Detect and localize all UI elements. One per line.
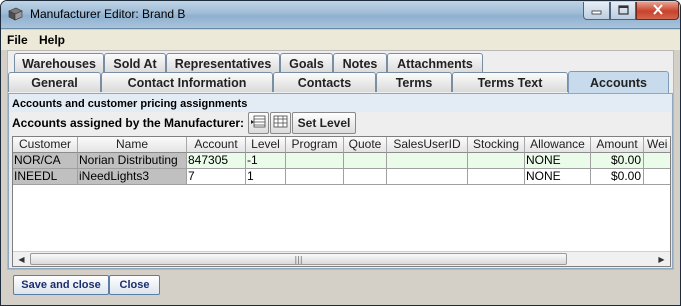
scroll-right-button[interactable]: ▶ bbox=[654, 252, 669, 266]
column-header[interactable]: Name bbox=[78, 137, 187, 153]
horizontal-scrollbar[interactable]: ◀ ||| ▶ bbox=[13, 251, 670, 266]
table-cell[interactable]: iNeedLights3 bbox=[78, 169, 187, 185]
panel-title: Accounts and customer pricing assignment… bbox=[12, 98, 248, 110]
menu-help[interactable]: Help bbox=[39, 33, 65, 47]
close-button[interactable]: Close bbox=[109, 275, 160, 295]
minimize-button[interactable] bbox=[583, 2, 610, 20]
tab-contact-information[interactable]: Contact Information bbox=[101, 72, 273, 92]
box-icon bbox=[8, 7, 23, 21]
column-header[interactable]: Quote bbox=[344, 137, 387, 153]
tab-terms[interactable]: Terms bbox=[376, 72, 452, 92]
accounts-panel: Accounts and customer pricing assignment… bbox=[8, 93, 673, 269]
table-cell[interactable] bbox=[286, 169, 344, 185]
table-cell[interactable] bbox=[644, 153, 670, 169]
column-header[interactable]: Amount bbox=[591, 137, 644, 153]
title-bar[interactable]: Manufacturer Editor: Brand B bbox=[1, 1, 680, 29]
table-cell[interactable] bbox=[286, 153, 344, 169]
add-account-button[interactable] bbox=[248, 112, 269, 134]
table-cell[interactable]: 7 bbox=[187, 169, 246, 185]
tab-contacts[interactable]: Contacts bbox=[273, 72, 376, 92]
tab-notes[interactable]: Notes bbox=[333, 53, 387, 73]
manufacturer-editor-window: Manufacturer Editor: Brand B File Help W… bbox=[0, 0, 681, 306]
column-header[interactable]: Customer bbox=[13, 137, 78, 153]
maximize-icon bbox=[617, 4, 629, 18]
accounts-table: Customer Name Account Level Program Quot… bbox=[12, 136, 671, 267]
tab-attachments[interactable]: Attachments bbox=[387, 53, 483, 73]
table-cell[interactable] bbox=[387, 169, 468, 185]
set-level-button[interactable]: Set Level bbox=[292, 112, 356, 134]
table-cell[interactable] bbox=[644, 169, 670, 185]
table-cell[interactable] bbox=[344, 153, 387, 169]
close-icon bbox=[652, 3, 664, 18]
table-cell[interactable]: NONE bbox=[525, 169, 591, 185]
menu-bar: File Help bbox=[1, 30, 680, 50]
table-cell[interactable]: INEEDL bbox=[13, 169, 78, 185]
table-cell[interactable]: NOR/CA bbox=[13, 153, 78, 169]
table-grid-icon bbox=[273, 115, 288, 131]
column-header[interactable]: Program bbox=[286, 137, 344, 153]
column-header[interactable]: Allowance bbox=[525, 137, 591, 153]
column-header[interactable]: Account bbox=[187, 137, 246, 153]
assigned-accounts-label: Accounts assigned by the Manufacturer: bbox=[12, 116, 245, 130]
column-header[interactable]: Stocking bbox=[468, 137, 525, 153]
table-cell[interactable] bbox=[468, 153, 525, 169]
window-title: Manufacturer Editor: Brand B bbox=[30, 7, 186, 21]
table-cell[interactable]: $0.00 bbox=[591, 153, 644, 169]
column-header[interactable]: Wei bbox=[644, 137, 670, 153]
scroll-thumb[interactable]: ||| bbox=[30, 253, 567, 265]
table-cell[interactable]: Norian Distributing bbox=[78, 153, 187, 169]
tab-representatives[interactable]: Representatives bbox=[166, 53, 280, 73]
table-cell[interactable]: $0.00 bbox=[591, 169, 644, 185]
tab-terms-text[interactable]: Terms Text bbox=[452, 72, 568, 92]
table-cell[interactable]: -1 bbox=[246, 153, 286, 169]
minimize-icon bbox=[591, 4, 602, 18]
tab-warehouses[interactable]: Warehouses bbox=[14, 53, 104, 73]
table-cell[interactable] bbox=[387, 153, 468, 169]
tab-sold-at[interactable]: Sold At bbox=[104, 53, 166, 73]
arrow-right-icon: ▶ bbox=[658, 254, 665, 264]
scroll-left-button[interactable]: ◀ bbox=[14, 252, 29, 266]
grip-icon: ||| bbox=[294, 254, 303, 264]
add-row-icon bbox=[251, 115, 266, 131]
table-cell[interactable] bbox=[344, 169, 387, 185]
column-header[interactable]: SalesUserID bbox=[387, 137, 468, 153]
table-cell[interactable] bbox=[468, 169, 525, 185]
save-and-close-button[interactable]: Save and close bbox=[13, 275, 109, 295]
tab-accounts[interactable]: Accounts bbox=[568, 71, 669, 93]
maximize-button[interactable] bbox=[610, 2, 636, 20]
tab-general[interactable]: General bbox=[8, 72, 101, 92]
accounts-inner-panel: Accounts assigned by the Manufacturer: S… bbox=[10, 112, 671, 268]
table-cell[interactable]: 1 bbox=[246, 169, 286, 185]
table-cell[interactable]: NONE bbox=[525, 153, 591, 169]
table-cell[interactable]: 847305 bbox=[187, 153, 246, 169]
arrow-left-icon: ◀ bbox=[18, 254, 25, 264]
edit-accounts-button[interactable] bbox=[270, 112, 291, 134]
close-window-button[interactable] bbox=[636, 2, 679, 20]
tab-goals[interactable]: Goals bbox=[280, 53, 333, 73]
column-header[interactable]: Level bbox=[246, 137, 286, 153]
menu-file[interactable]: File bbox=[7, 33, 28, 47]
